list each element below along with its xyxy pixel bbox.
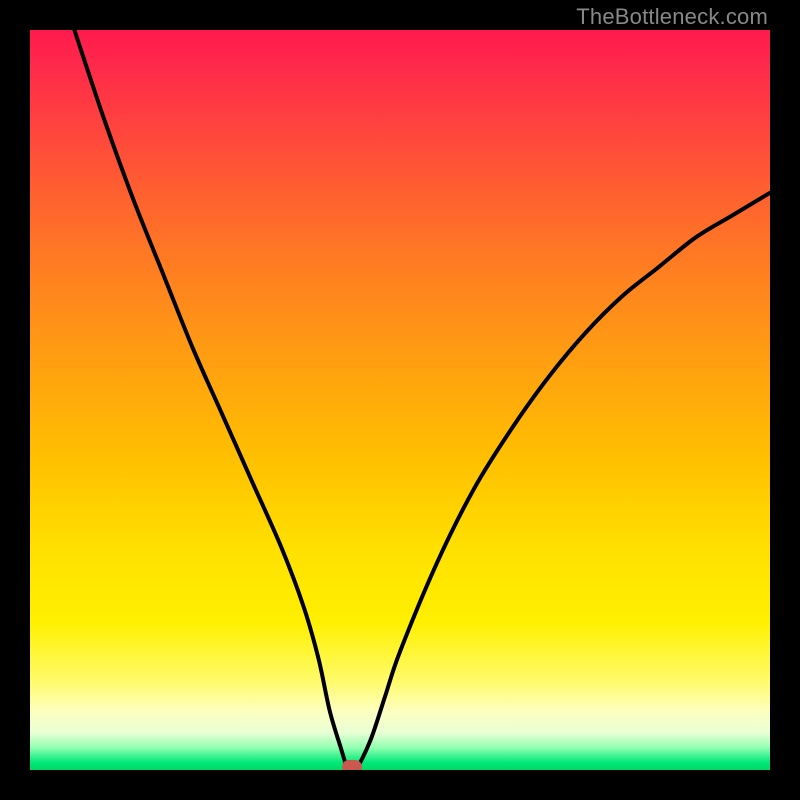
bottleneck-curve xyxy=(30,30,770,770)
optimal-point-marker xyxy=(342,760,362,770)
chart-plot-area xyxy=(30,30,770,770)
watermark-text: TheBottleneck.com xyxy=(576,4,768,30)
